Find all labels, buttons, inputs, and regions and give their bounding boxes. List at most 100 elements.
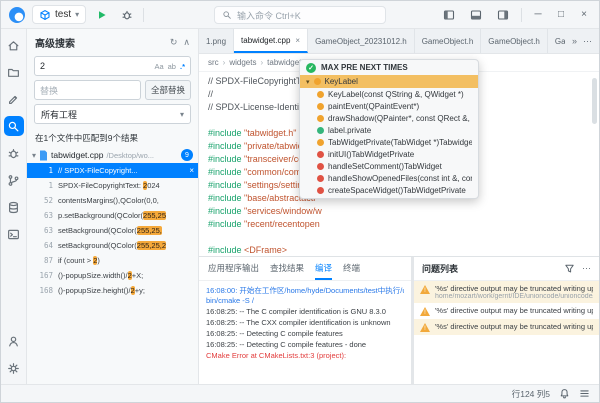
filter-icon[interactable] bbox=[564, 263, 575, 274]
more-icon[interactable]: ⋯ bbox=[582, 263, 591, 274]
activity-explorer[interactable] bbox=[4, 62, 24, 82]
search-result-row[interactable]: 87 if (count > 2) bbox=[27, 253, 198, 268]
symbol-kind-icon bbox=[317, 150, 324, 158]
editor-tab[interactable]: GameObject_20231012.h bbox=[308, 29, 415, 53]
completion-class-row[interactable]: ▾ KeyLabel bbox=[300, 75, 478, 88]
editor-tab[interactable]: GameObject.h bbox=[481, 29, 548, 53]
completion-item[interactable]: TabWidgetPrivate(TabWidget *)TabwidgetPr… bbox=[300, 136, 478, 148]
search-result-row[interactable]: 167 ()-popupSize.width()/2+X; bbox=[27, 268, 198, 283]
regex-toggle[interactable]: .* bbox=[180, 62, 185, 71]
bell-icon[interactable] bbox=[559, 388, 570, 399]
console-line: CMake Error at CMakeLists.txt:3 (project… bbox=[206, 351, 347, 360]
tab-close-icon[interactable]: × bbox=[295, 36, 300, 45]
symbol-kind-icon bbox=[317, 126, 324, 134]
search-scope-select[interactable]: 所有工程 ▾ bbox=[34, 104, 191, 124]
tab-overflow-icon[interactable]: » bbox=[572, 36, 577, 46]
activity-debug[interactable] bbox=[4, 143, 24, 163]
result-file-row[interactable]: ▾ tabwidget.cpp /Desktop/wo... 9 bbox=[27, 147, 198, 163]
activity-database[interactable] bbox=[4, 197, 24, 217]
completion-item[interactable]: label.private bbox=[300, 124, 478, 136]
console-line: 16:08:00: 开始在工作区/home/hyde/Documents/tes… bbox=[206, 286, 404, 295]
project-name: test bbox=[55, 9, 72, 20]
console-line: 16:08:25: -- Detecting C compile feature… bbox=[206, 329, 343, 338]
completion-item[interactable]: createSpaceWidget()TabWidgetPrivate bbox=[300, 184, 478, 196]
problem-item[interactable]: ! '%s' directive output may be truncated… bbox=[414, 303, 599, 319]
search-result-row[interactable]: 52 contentsMargins(),QColor(0,0, bbox=[27, 193, 198, 208]
search-result-row[interactable]: 1 SPDX-FileCopyrightText: 2024 bbox=[27, 178, 198, 193]
run-button[interactable] bbox=[93, 6, 111, 24]
project-selector[interactable]: test ▾ bbox=[32, 5, 87, 24]
activity-settings[interactable] bbox=[4, 358, 24, 378]
search-result-row[interactable]: 63 setBackground(QColor(255,25, bbox=[27, 223, 198, 238]
completion-item[interactable]: handleShowOpenedFiles(const int &, const… bbox=[300, 172, 478, 184]
replace-input[interactable]: 替换 bbox=[34, 80, 141, 100]
breadcrumb-item[interactable]: › widgets bbox=[223, 58, 257, 67]
maximize-button[interactable]: □ bbox=[554, 9, 568, 20]
user-icon bbox=[9, 336, 18, 346]
chevron-down-icon: ▾ bbox=[75, 10, 80, 19]
symbol-kind-icon bbox=[317, 162, 324, 170]
completion-item[interactable]: initUI()TabWidgetPrivate bbox=[300, 148, 478, 160]
search-result-row[interactable]: 63 p.setBackground(QColor(255,25 bbox=[27, 208, 198, 223]
problems-title: 问题列表 bbox=[422, 264, 459, 274]
output-tab[interactable]: 查找结果 bbox=[270, 257, 304, 280]
activity-home[interactable] bbox=[4, 35, 24, 55]
window-controls-divider bbox=[521, 7, 522, 22]
tab-more-icon[interactable]: ⋯ bbox=[583, 36, 592, 47]
symbol-kind-icon bbox=[317, 174, 324, 182]
match-case-toggle[interactable]: Aa bbox=[154, 62, 163, 71]
output-tab[interactable]: 应用程序输出 bbox=[208, 257, 259, 280]
command-palette[interactable]: 输入命令 Ctrl+K bbox=[214, 6, 386, 24]
search-input[interactable]: 2 Aa ab .* bbox=[34, 56, 191, 76]
collapse-panel-icon[interactable]: ∧ bbox=[183, 37, 190, 48]
console-line: 16:08:25: -- The CXX compiler identifica… bbox=[206, 318, 391, 327]
panel-right-icon bbox=[497, 9, 509, 20]
result-line-number: 168 bbox=[39, 286, 53, 295]
completion-item[interactable]: KeyLabel(const QString &, QWidget *) bbox=[300, 88, 478, 100]
chevron-down-icon: ▾ bbox=[32, 150, 37, 160]
menu-icon[interactable] bbox=[579, 388, 590, 399]
cursor-position[interactable]: 行124 列5 bbox=[512, 388, 550, 400]
command-placeholder: 输入命令 Ctrl+K bbox=[237, 10, 301, 21]
search-result-row[interactable]: 1 // SPDX-FileCopyright... × bbox=[27, 163, 198, 178]
search-result-row[interactable]: 168 ()-popupSize.height()/2+y; bbox=[27, 283, 198, 298]
minimize-button[interactable]: ─ bbox=[531, 9, 545, 20]
editor-tab[interactable]: GameObject.h bbox=[548, 29, 565, 53]
editor-tab[interactable]: tabwidget.cpp × bbox=[234, 29, 309, 53]
editor-tab[interactable]: 1.png bbox=[199, 29, 235, 53]
search-result-row[interactable]: 64 setBackground(QColor(255,25,2 bbox=[27, 238, 198, 253]
chevron-down-icon: ▾ bbox=[179, 109, 184, 119]
symbol-kind-icon bbox=[317, 138, 324, 146]
completion-item[interactable]: paintEvent(QPaintEvent*) bbox=[300, 100, 478, 112]
problem-item[interactable]: ! '%s' directive output may be truncated… bbox=[414, 319, 599, 335]
whole-word-toggle[interactable]: ab bbox=[168, 62, 176, 71]
completion-item[interactable]: drawShadow(QPainter*, const QRect &, con… bbox=[300, 112, 478, 124]
activity-account[interactable] bbox=[4, 331, 24, 351]
refresh-icon[interactable]: ↻ bbox=[170, 37, 178, 48]
console-line: 16:08:25: -- Detecting C compile feature… bbox=[206, 340, 367, 349]
activity-search[interactable] bbox=[3, 116, 24, 136]
activity-vcs[interactable] bbox=[4, 170, 24, 190]
toggle-right-panel-button[interactable] bbox=[494, 6, 512, 24]
toggle-bottom-panel-button[interactable] bbox=[467, 6, 485, 24]
editor-tab[interactable]: GameObject.h bbox=[415, 29, 482, 53]
breadcrumb-item[interactable]: › src bbox=[208, 58, 219, 67]
console-line: 16:08:25: -- The C compiler identificati… bbox=[206, 307, 386, 316]
code-line: #include <DFrame> bbox=[208, 245, 288, 255]
build-output-console[interactable]: 16:08:00: 开始在工作区/home/hyde/Documents/tes… bbox=[199, 281, 411, 384]
close-button[interactable]: × bbox=[577, 9, 591, 20]
toggle-left-panel-button[interactable] bbox=[440, 6, 458, 24]
activity-edit[interactable] bbox=[4, 89, 24, 109]
debug-button[interactable] bbox=[118, 6, 136, 24]
breadcrumb-separator: › bbox=[260, 58, 264, 67]
replace-all-button[interactable]: 全部替换 bbox=[144, 80, 191, 100]
activity-terminal[interactable] bbox=[4, 224, 24, 244]
pencil-icon bbox=[9, 95, 18, 104]
problem-item[interactable]: ! '%s' directive output may be truncated… bbox=[414, 281, 599, 303]
advanced-search-panel: 高级搜索 ↻ ∧ 2 Aa ab .* 替换 全部替换 所有工程 ▾ 在1个文件… bbox=[27, 29, 199, 384]
completion-item[interactable]: handleSetComment()TabWidget bbox=[300, 160, 478, 172]
dismiss-result-icon[interactable]: × bbox=[185, 166, 194, 175]
output-tab[interactable]: 编译 bbox=[315, 257, 333, 280]
output-tab[interactable]: 终端 bbox=[343, 257, 360, 280]
